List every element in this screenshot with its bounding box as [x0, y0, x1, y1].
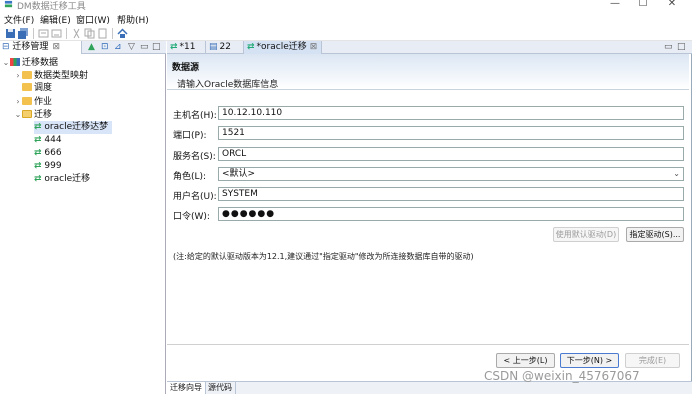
tab-source-code[interactable]: 源代码	[205, 382, 236, 394]
editor-tabbar: ⇄ *11 ▤ 22 ⇄ *oracle迁移 ⊠ ▭ □	[167, 41, 692, 54]
collapse-all-icon[interactable]: ⊡	[101, 42, 109, 53]
document-icon: ▤	[209, 42, 218, 52]
tab-migration-wizard[interactable]: 迁移向导	[167, 382, 206, 394]
toolbar-separator	[33, 28, 34, 39]
driver-note: (注:给定的默认驱动版本为12.1,建议通过"指定驱动"修改为所连接数据库自带的…	[173, 252, 474, 261]
previous-button[interactable]: < 上一步(L)	[496, 353, 555, 368]
page-title: 数据源	[172, 63, 200, 73]
minimize-view-icon[interactable]: ▭	[140, 42, 149, 53]
tree-item-schedule[interactable]: 调度	[14, 82, 52, 95]
host-label: 主机名(H):	[173, 111, 217, 121]
cut-icon[interactable]	[71, 28, 82, 39]
page-header: 数据源 请输入Oracle数据库信息	[167, 54, 689, 90]
panel-tabbar: ⊟ 迁移管理 ⊠ ▲ ⊡ ⊿ ▽ ▭ □	[0, 41, 166, 54]
tree-view-icon: ⊟	[2, 42, 10, 52]
export-icon[interactable]	[51, 28, 62, 39]
maximize-view-icon[interactable]: □	[152, 42, 161, 53]
role-label: 角色(L):	[173, 172, 207, 182]
tree-item-migration-task[interactable]: ⇄ oracle迁移	[34, 173, 90, 186]
tab-22[interactable]: ▤ 22	[206, 41, 244, 54]
host-input[interactable]: 10.12.10.110	[218, 106, 684, 120]
tree-item-migration-task[interactable]: ⇄ 666	[34, 147, 62, 160]
use-default-driver-button[interactable]: 使用默认驱动(D)	[553, 227, 619, 242]
migration-task-icon: ⇄	[34, 122, 42, 132]
view-menu-icon[interactable]: ▽	[128, 42, 135, 53]
service-name-label: 服务名(S):	[173, 152, 216, 162]
port-label: 端口(P):	[173, 131, 207, 141]
toolbar-separator	[66, 28, 67, 39]
service-name-input[interactable]: ORCL	[218, 147, 684, 161]
window-title: DM数据迁移工具	[17, 2, 86, 12]
wizard-page: 数据源 请输入Oracle数据库信息 主机名(H): 10.12.10.110 …	[167, 54, 692, 394]
copy-icon[interactable]	[84, 28, 95, 39]
open-folder-icon	[22, 110, 32, 118]
tree-item-jobs[interactable]: › 作业	[14, 95, 52, 108]
menu-file[interactable]: 文件(F)	[4, 13, 34, 26]
migration-task-icon: ⇄	[34, 148, 42, 158]
tree-item-migration-task[interactable]: ⇄ oracle迁移达梦	[34, 121, 113, 134]
maximize-button[interactable]: ☐	[631, 0, 655, 10]
divider	[167, 344, 689, 345]
tree-item-migration-task[interactable]: ⇄ 444	[34, 134, 62, 147]
home-icon[interactable]	[117, 28, 128, 39]
folder-icon	[22, 83, 32, 91]
tree-item-migration[interactable]: ⌄ 迁移	[14, 108, 52, 121]
save-all-icon[interactable]	[18, 28, 29, 39]
expand-icon[interactable]: ⌄	[14, 108, 22, 121]
collapse-icon[interactable]: ›	[14, 69, 22, 82]
watermark: CSDN @weixin_45767067	[484, 369, 640, 383]
project-icon	[10, 58, 20, 66]
toolbar	[0, 27, 692, 41]
menu-edit[interactable]: 编辑(E)	[40, 13, 71, 26]
link-editor-icon[interactable]: ⊿	[114, 42, 122, 53]
specify-driver-button[interactable]: 指定驱动(S)...	[626, 227, 684, 242]
new-project-icon[interactable]: ▲	[88, 42, 95, 53]
tree-item-migration-task[interactable]: ⇄ 999	[34, 160, 62, 173]
port-input[interactable]: 1521	[218, 126, 684, 140]
title-bar: DM数据迁移工具 — ☐ ✕	[0, 0, 692, 12]
page-description: 请输入Oracle数据库信息	[177, 80, 279, 90]
role-select-value: <默认>	[222, 169, 256, 179]
folder-icon	[22, 97, 32, 105]
migration-task-icon: ⇄	[170, 42, 178, 52]
migration-task-icon: ⇄	[34, 161, 42, 171]
username-label: 用户名(U):	[173, 192, 217, 202]
password-input[interactable]: ●●●●●●	[218, 207, 684, 221]
minimize-editor-icon[interactable]: ▭	[664, 42, 673, 53]
password-label: 口令(W):	[173, 212, 210, 222]
close-tab-icon[interactable]: ⊠	[310, 42, 318, 52]
username-input[interactable]: SYSTEM	[218, 187, 684, 201]
role-select[interactable]: <默认> ⌄	[218, 167, 684, 181]
tree-item-type-mapping[interactable]: › 数据类型映射	[14, 69, 88, 82]
close-button[interactable]: ✕	[660, 0, 684, 10]
minimize-button[interactable]: —	[603, 0, 627, 10]
expand-icon[interactable]: ⌄	[2, 56, 10, 69]
paste-icon[interactable]	[97, 28, 108, 39]
migration-manager-panel: ⊟ 迁移管理 ⊠ ▲ ⊡ ⊿ ▽ ▭ □ ⌄ 迁移数据 › 数据类型映射 调度 › 作业…	[0, 41, 166, 394]
migration-task-icon: ⇄	[34, 174, 42, 184]
toolbar-separator	[112, 28, 113, 39]
app-icon	[4, 0, 13, 8]
migration-task-icon: ⇄	[34, 135, 42, 145]
import-icon[interactable]	[38, 28, 49, 39]
menu-bar: 文件(F) 编辑(E) 窗口(W) 帮助(H)	[0, 12, 692, 27]
chevron-down-icon[interactable]: ⌄	[673, 168, 680, 180]
folder-icon	[22, 71, 32, 79]
tab-11[interactable]: ⇄ *11	[167, 41, 206, 54]
save-icon[interactable]	[5, 28, 16, 39]
tab-oracle-migration[interactable]: ⇄ *oracle迁移 ⊠	[244, 41, 322, 54]
maximize-editor-icon[interactable]: □	[677, 42, 686, 53]
migration-task-icon: ⇄	[247, 42, 255, 52]
tab-migration-manager[interactable]: ⊟ 迁移管理 ⊠	[0, 41, 82, 54]
tree-item-root[interactable]: ⌄ 迁移数据	[2, 56, 58, 69]
panel-tab-label: 迁移管理	[12, 42, 49, 52]
menu-window[interactable]: 窗口(W)	[76, 13, 110, 26]
close-tab-icon[interactable]: ⊠	[52, 42, 60, 52]
menu-help[interactable]: 帮助(H)	[117, 13, 149, 26]
collapse-icon[interactable]: ›	[14, 95, 22, 108]
finish-button[interactable]: 完成(E)	[625, 353, 680, 368]
next-button[interactable]: 下一步(N) >	[560, 353, 619, 368]
